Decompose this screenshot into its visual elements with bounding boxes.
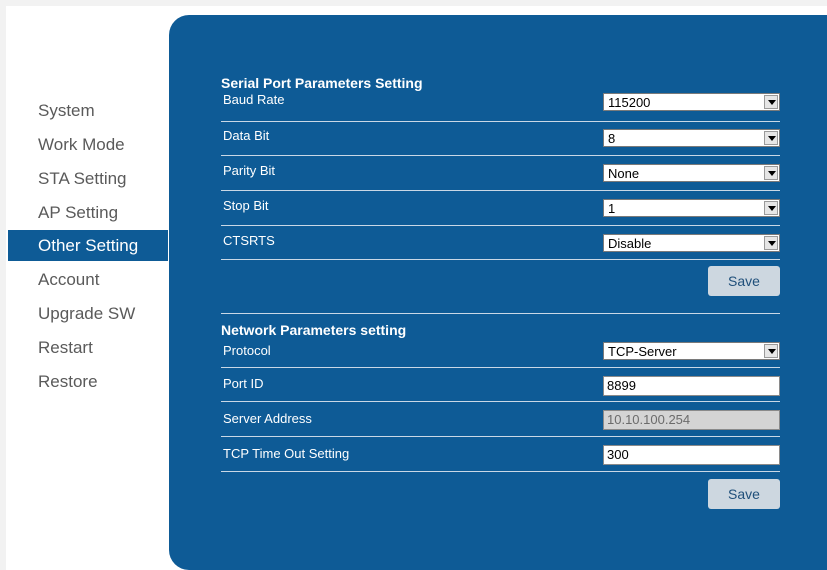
data-bit-value: 8 [608,131,616,146]
parity-bit-select[interactable]: None [603,164,780,182]
nav-item-restore[interactable]: Restore [8,366,168,397]
protocol-label: Protocol [223,343,271,358]
divider [221,471,780,472]
tcp-timeout-input[interactable]: 300 [603,445,780,465]
chevron-down-icon [764,236,778,250]
parity-bit-value: None [608,166,640,181]
nav-item-upgrade-sw[interactable]: Upgrade SW [8,298,168,329]
nav-item-account[interactable]: Account [8,264,168,295]
tcp-timeout-label: TCP Time Out Setting [223,446,350,461]
nav-item-other-setting[interactable]: Other Setting [8,230,168,261]
section-divider [221,313,780,314]
ctsrts-value: Disable [608,236,652,251]
divider [221,225,780,226]
data-bit-select[interactable]: 8 [603,129,780,147]
chevron-down-icon [764,95,778,109]
network-section-title: Network Parameters setting [221,322,407,338]
protocol-value: TCP-Server [608,344,677,359]
data-bit-label: Data Bit [223,128,270,143]
stop-bit-value: 1 [608,201,616,216]
divider [221,436,780,437]
chevron-down-icon [764,131,778,145]
stop-bit-label: Stop Bit [223,198,269,213]
baud-rate-value: 115200 [608,95,651,110]
ctsrts-select[interactable]: Disable [603,234,780,252]
parity-bit-label: Parity Bit [223,163,276,178]
stop-bit-select[interactable]: 1 [603,199,780,217]
chevron-down-icon [764,166,778,180]
nav-item-restart[interactable]: Restart [8,332,168,363]
baud-rate-label: Baud Rate [223,92,285,107]
baud-rate-select[interactable]: 115200 [603,93,780,111]
divider [221,121,780,122]
server-address-label: Server Address [223,411,312,426]
divider [221,401,780,402]
divider [221,190,780,191]
nav-item-sta-setting[interactable]: STA Setting [8,163,168,194]
chevron-down-icon [764,344,778,358]
divider [221,259,780,260]
server-address-input: 10.10.100.254 [603,410,780,430]
serial-save-button[interactable]: Save [708,266,780,296]
divider [221,367,780,368]
serial-section-title: Serial Port Parameters Setting [221,75,423,91]
divider [221,155,780,156]
nav-item-system[interactable]: System [8,95,168,126]
nav-item-ap-setting[interactable]: AP Setting [8,197,168,228]
protocol-select[interactable]: TCP-Server [603,342,780,360]
ctsrts-label: CTSRTS [223,233,275,248]
nav-item-work-mode[interactable]: Work Mode [8,129,168,160]
chevron-down-icon [764,201,778,215]
port-id-input[interactable]: 8899 [603,376,780,396]
port-id-label: Port ID [223,376,264,391]
network-save-button[interactable]: Save [708,479,780,509]
